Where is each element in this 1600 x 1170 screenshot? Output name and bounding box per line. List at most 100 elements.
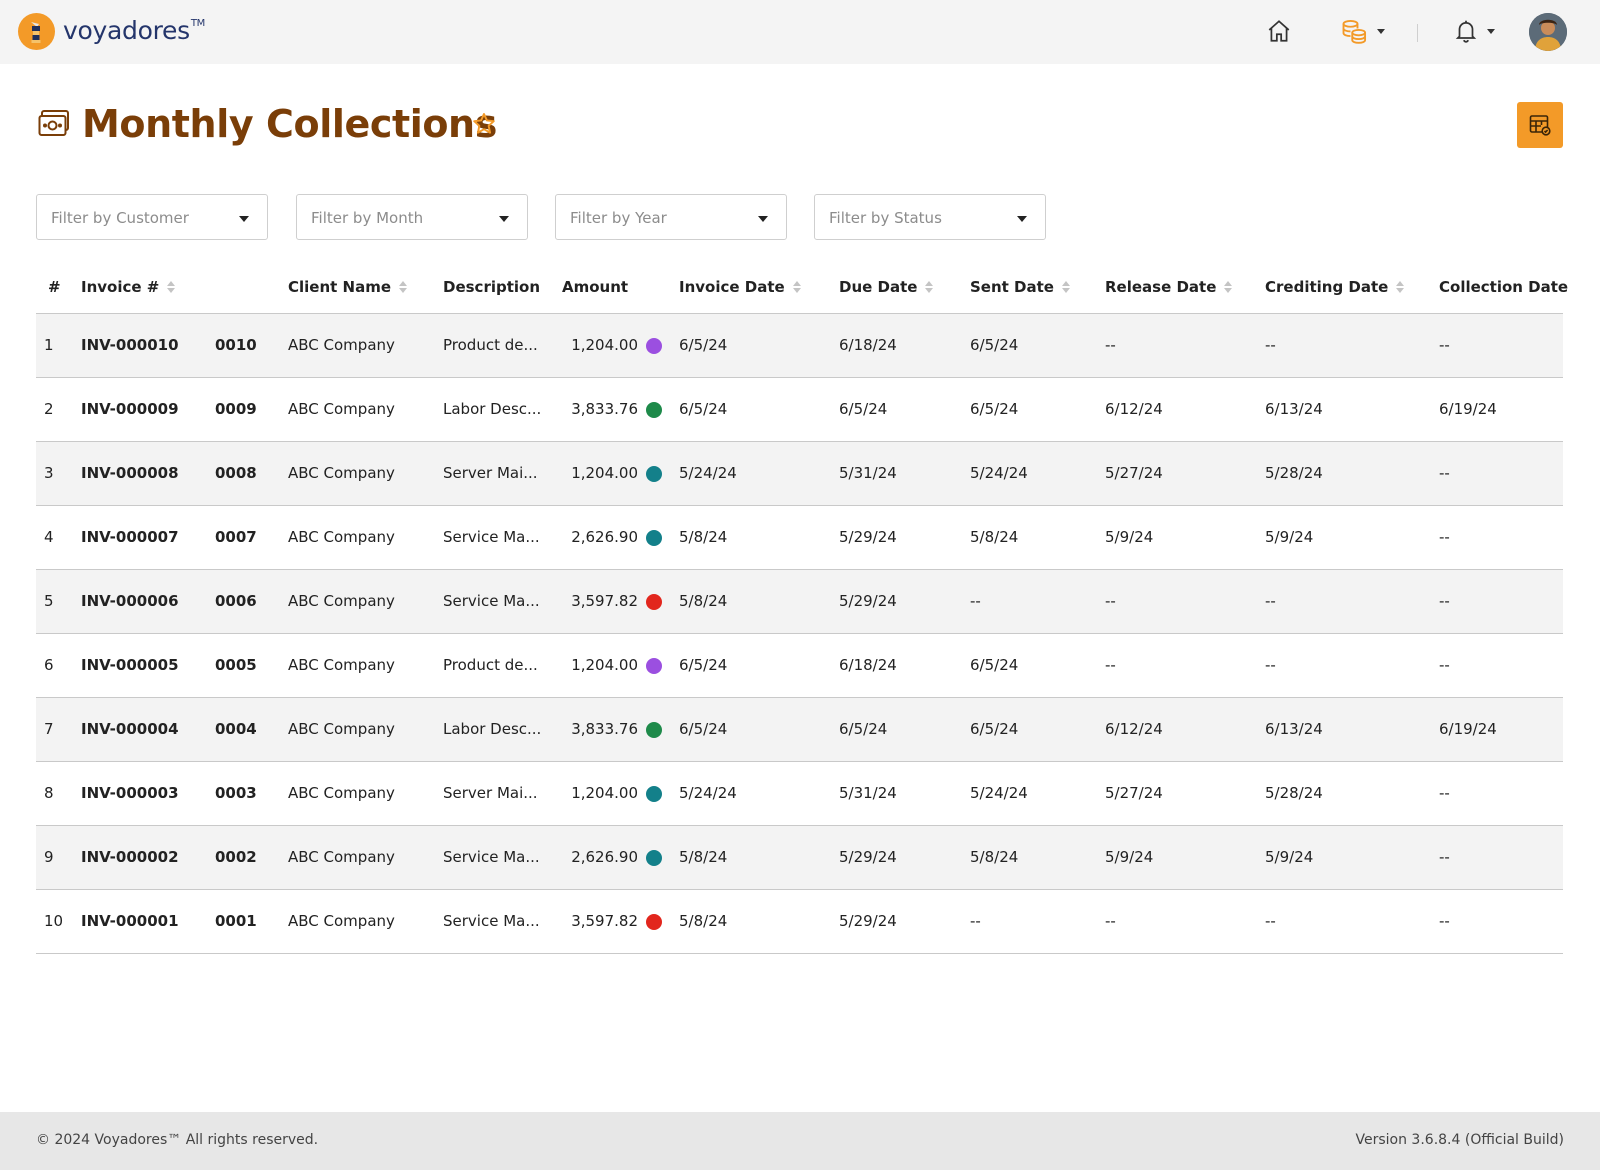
invoice-number[interactable]: INV-000009 (81, 378, 201, 441)
sent-date: 5/8/24 (970, 848, 1019, 866)
filter-customer-select[interactable]: Filter by Customer (36, 194, 268, 240)
row-number: 1 (44, 336, 54, 354)
client-name: ABC Company (288, 400, 395, 418)
sent-date: -- (970, 912, 981, 930)
status-dot (646, 722, 662, 738)
col-invoice-date[interactable]: Invoice Date (679, 260, 801, 314)
col-crediting-date[interactable]: Crediting Date (1265, 260, 1405, 314)
table-row[interactable]: 6 INV-000005 0005 ABC Company Product de... 1… (36, 634, 1563, 698)
col-client-name[interactable]: Client Name (288, 260, 408, 314)
table-row[interactable]: 9 INV-000002 0002 ABC Company Service Ma... 2… (36, 826, 1563, 890)
client-name: ABC Company (288, 656, 395, 674)
sort-icon[interactable] (925, 280, 934, 293)
crediting-date: 5/9/24 (1265, 848, 1314, 866)
table-row[interactable]: 1 INV-000010 0010 ABC Company Product de... 1… (36, 314, 1563, 378)
sort-icon[interactable] (399, 280, 408, 293)
table-row[interactable]: 10 INV-000001 0001 ABC Company Service Ma...… (36, 890, 1563, 954)
filter-status-select[interactable]: Filter by Status (814, 194, 1046, 240)
invoice-date: 6/5/24 (679, 720, 728, 738)
release-date: -- (1105, 592, 1116, 610)
col-collection-date[interactable]: Collection Date (1439, 260, 1568, 314)
due-date: 5/31/24 (839, 784, 897, 802)
due-date: 6/5/24 (839, 720, 888, 738)
row-number: 10 (44, 912, 64, 930)
amount: 3,597.82 (571, 592, 638, 610)
amount: 1,204.00 (571, 784, 638, 802)
collection-date: -- (1439, 656, 1450, 674)
sent-date: 5/24/24 (970, 784, 1028, 802)
release-date: 6/12/24 (1105, 720, 1163, 738)
sort-icon[interactable] (1224, 280, 1233, 293)
crediting-date: 5/28/24 (1265, 784, 1323, 802)
table-body: 1 INV-000010 0010 ABC Company Product de... 1… (36, 314, 1563, 954)
coins-icon[interactable] (1340, 18, 1368, 46)
due-date: 6/18/24 (839, 336, 897, 354)
crediting-date: -- (1265, 912, 1276, 930)
notifications-dropdown-icon[interactable] (1487, 29, 1495, 34)
row-number: 4 (44, 528, 54, 546)
filter-year-select[interactable]: Filter by Year (555, 194, 787, 240)
invoice-number[interactable]: INV-000007 (81, 506, 201, 569)
star-icon[interactable] (471, 111, 497, 137)
table-row[interactable]: 8 INV-000003 0003 ABC Company Server Mai... 1… (36, 762, 1563, 826)
due-date: 5/29/24 (839, 592, 897, 610)
invoice-number[interactable]: INV-000008 (81, 442, 201, 505)
col-release-date[interactable]: Release Date (1105, 260, 1233, 314)
description: Labor Desc... (443, 400, 542, 418)
avatar[interactable] (1529, 13, 1567, 51)
col-sent-date[interactable]: Sent Date (970, 260, 1070, 314)
col-due-date[interactable]: Due Date (839, 260, 934, 314)
due-date: 5/29/24 (839, 912, 897, 930)
table-header: # Invoice # Client Name Description Amou… (36, 260, 1568, 314)
sent-date: 6/5/24 (970, 400, 1019, 418)
table-row[interactable]: 3 INV-000008 0008 ABC Company Server Mai... 1… (36, 442, 1563, 506)
table-row[interactable]: 5 INV-000006 0006 ABC Company Service Ma... 3… (36, 570, 1563, 634)
coins-dropdown-icon[interactable] (1377, 29, 1385, 34)
invoice-number[interactable]: INV-000005 (81, 634, 201, 697)
status-dot (646, 338, 662, 354)
sort-icon[interactable] (167, 280, 176, 293)
invoice-number[interactable]: INV-000001 (81, 890, 201, 953)
invoice-date: 5/24/24 (679, 784, 737, 802)
table-row[interactable]: 7 INV-000004 0004 ABC Company Labor Desc... 3… (36, 698, 1563, 762)
home-icon[interactable] (1266, 18, 1292, 44)
collection-date: -- (1439, 592, 1450, 610)
filter-month-placeholder: Filter by Month (311, 209, 424, 227)
invoice-number[interactable]: INV-000010 (81, 314, 201, 377)
col-invoice-number[interactable]: Invoice # (81, 260, 176, 314)
filter-month-select[interactable]: Filter by Month (296, 194, 528, 240)
client-name: ABC Company (288, 912, 395, 930)
chevron-down-icon (499, 216, 509, 222)
release-date: -- (1105, 912, 1116, 930)
status-dot (646, 530, 662, 546)
invoice-date: 5/8/24 (679, 848, 728, 866)
sort-icon[interactable] (1061, 280, 1070, 293)
page-title: Monthly Collections (82, 102, 497, 146)
description: Service Ma... (443, 848, 540, 866)
col-number: # (48, 278, 61, 296)
sort-icon[interactable] (792, 280, 801, 293)
invoice-number[interactable]: INV-000002 (81, 826, 201, 889)
copyright-text: © 2024 Voyadores™ All rights reserved. (36, 1132, 319, 1148)
sent-date: 5/24/24 (970, 464, 1028, 482)
client-name: ABC Company (288, 784, 395, 802)
invoice-number[interactable]: INV-000006 (81, 570, 201, 633)
version-text: Version 3.6.8.4 (Official Build) (1355, 1132, 1565, 1148)
table-row[interactable]: 4 INV-000007 0007 ABC Company Service Ma... 2… (36, 506, 1563, 570)
brand-name[interactable]: voyadoresTM (63, 16, 205, 45)
table-row[interactable]: 2 INV-000009 0009 ABC Company Labor Desc... 3… (36, 378, 1563, 442)
collection-date: -- (1439, 848, 1450, 866)
invoice-number[interactable]: INV-000004 (81, 698, 201, 761)
bell-icon[interactable] (1453, 18, 1479, 44)
export-table-button[interactable] (1517, 102, 1563, 148)
description: Product de... (443, 336, 538, 354)
release-date: 5/9/24 (1105, 848, 1154, 866)
crediting-date: -- (1265, 656, 1276, 674)
invoice-ref: 0007 (215, 528, 257, 546)
footer: © 2024 Voyadores™ All rights reserved. V… (0, 1112, 1600, 1170)
invoice-number[interactable]: INV-000003 (81, 762, 201, 825)
status-dot (646, 850, 662, 866)
release-date: 5/9/24 (1105, 528, 1154, 546)
sort-icon[interactable] (1396, 280, 1405, 293)
voyadores-logo[interactable] (18, 13, 55, 50)
